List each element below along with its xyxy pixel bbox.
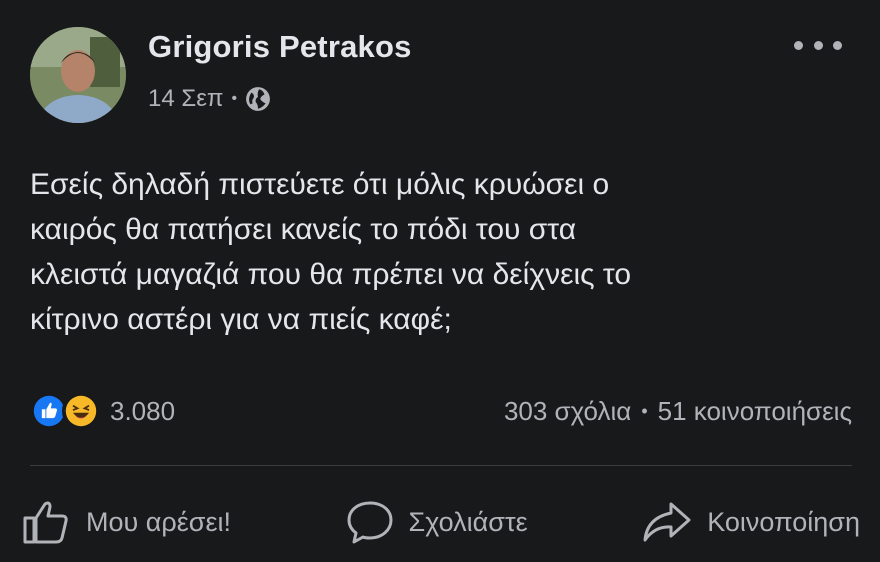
stats-separator: • — [641, 401, 648, 421]
comment-button[interactable]: Σχολιάστε — [345, 498, 528, 546]
share-icon — [643, 502, 691, 542]
haha-reaction-icon — [62, 392, 100, 430]
divider — [30, 465, 852, 466]
engagement-counts: 303 σχόλια • 51 κοινοποιήσεις — [504, 396, 852, 427]
like-label: Μου αρέσει! — [86, 506, 231, 537]
post-stats: 3.080 303 σχόλια • 51 κοινοποιήσεις — [30, 392, 852, 434]
more-dot-icon — [833, 40, 842, 50]
reactions-summary[interactable]: 3.080 — [30, 392, 175, 430]
post-header: Grigoris Petrakos 14 Σεπ • — [30, 27, 860, 123]
author-name[interactable]: Grigoris Petrakos — [148, 29, 412, 65]
post-text: Εσείς δηλαδή πιστεύετε ότι μόλις κρυώσει… — [30, 168, 632, 336]
shares-count[interactable]: 51 κοινοποιήσεις — [658, 396, 852, 427]
globe-icon[interactable] — [245, 86, 271, 112]
more-options-icon[interactable] — [794, 35, 842, 55]
share-label: Κοινοποίηση — [707, 506, 860, 537]
post-date[interactable]: 14 Σεπ — [148, 85, 223, 113]
thumbs-up-icon — [23, 501, 68, 544]
share-button[interactable]: Κοινοποίηση — [641, 498, 860, 546]
more-dot-icon — [813, 40, 823, 50]
action-bar: Μου αρέσει! Σχολιάστε Κοινοποίηση — [20, 492, 860, 552]
post-meta: 14 Σεπ • — [148, 85, 271, 113]
comments-count[interactable]: 303 σχόλια — [504, 396, 631, 427]
more-dot-icon — [794, 40, 803, 50]
like-button[interactable]: Μου αρέσει! — [20, 498, 231, 546]
meta-separator: • — [231, 90, 238, 107]
avatar-photo — [30, 27, 126, 123]
comment-label: Σχολιάστε — [408, 506, 528, 537]
avatar[interactable] — [30, 27, 126, 123]
comment-icon — [347, 501, 393, 544]
reaction-count: 3.080 — [110, 395, 176, 426]
